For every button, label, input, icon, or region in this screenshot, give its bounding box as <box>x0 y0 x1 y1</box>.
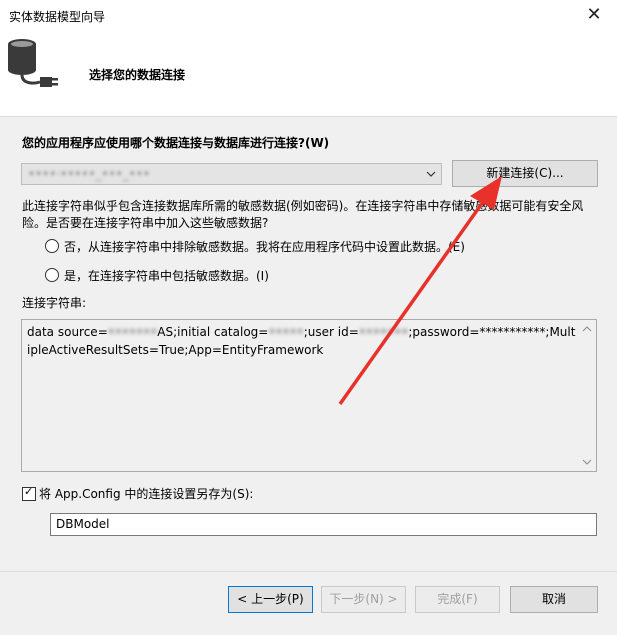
page-title: 选择您的数据连接 <box>89 68 186 82</box>
finish-button[interactable]: 完成(F) <box>415 586 500 613</box>
cancel-button[interactable]: 取消 <box>510 586 598 613</box>
next-button[interactable]: 下一步(N) > <box>321 586 406 613</box>
previous-button[interactable]: < 上一步(P) <box>228 586 313 613</box>
connection-string-box[interactable]: data source=•••••••AS;initial catalog=••… <box>21 319 597 472</box>
save-config-label[interactable]: 将 App.Config 中的连接设置另存为(S): <box>39 485 253 502</box>
footer-divider <box>0 571 617 572</box>
sensitive-data-warning: 此连接字符串似乎包含连接数据库所需的敏感数据(例如密码)。在连接字符串中存储敏感… <box>22 199 584 230</box>
connection-question: 您的应用程序应使用哪个数据连接与数据库进行连接?(W) <box>22 136 330 150</box>
include-sensitive-radio[interactable] <box>45 268 59 282</box>
exclude-sensitive-label[interactable]: 否，从连接字符串中排除敏感数据。我将在应用程序代码中设置此数据。(E) <box>64 238 465 255</box>
header-divider <box>0 116 617 117</box>
connection-string-scrollbar[interactable] <box>580 322 594 469</box>
close-button[interactable]: ✕ <box>571 0 617 30</box>
checkmark-icon: ✓ <box>24 485 34 498</box>
model-name-input[interactable]: DBModel <box>50 513 597 536</box>
title-bar: 实体数据模型向导 ✕ <box>0 0 617 30</box>
connection-string-label: 连接字符串: <box>22 296 87 310</box>
wizard-header: 选择您的数据连接 <box>0 30 617 116</box>
database-plug-icon <box>8 39 58 87</box>
scroll-up-icon[interactable] <box>582 324 592 334</box>
exclude-sensitive-radio[interactable] <box>45 239 59 253</box>
connection-string-text: data source=•••••••AS;initial catalog=••… <box>27 325 576 357</box>
scroll-down-icon[interactable] <box>582 457 592 467</box>
connection-select-value: ••••·•••••_•••_••• <box>28 167 150 181</box>
window-title: 实体数据模型向导 <box>9 10 106 24</box>
save-config-checkbox[interactable]: ✓ <box>22 485 36 501</box>
new-connection-button[interactable]: 新建连接(C)... <box>452 160 598 187</box>
include-sensitive-label[interactable]: 是，在连接字符串中包括敏感数据。(I) <box>64 267 269 284</box>
connection-select[interactable]: ••••·•••••_•••_••• <box>21 163 442 185</box>
chevron-down-icon <box>426 171 436 177</box>
